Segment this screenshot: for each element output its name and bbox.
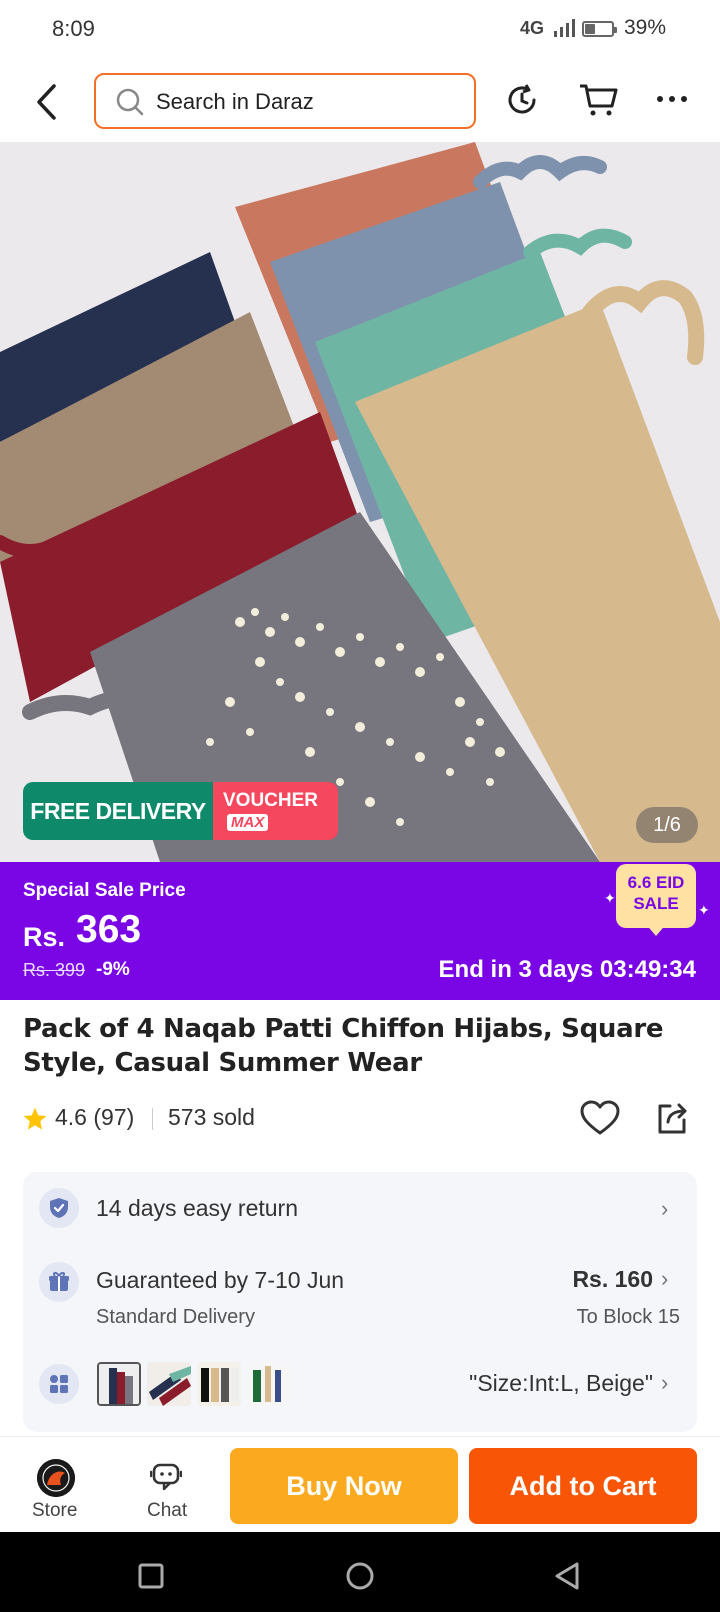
voucher-max-badge: VOUCHER MAX [213, 782, 338, 840]
home-icon[interactable] [344, 1560, 376, 1592]
chevron-right-icon: › [661, 1196, 669, 1221]
recent-apps-icon[interactable] [137, 1562, 165, 1590]
image-counter: 1/6 [636, 807, 698, 843]
review-count: (97) [93, 1104, 135, 1130]
sale-banner: Special Sale Price Rs. 363 Rs. 399 -9% E… [0, 862, 720, 1000]
status-time: 8:09 [52, 16, 95, 41]
variant-thumbnail[interactable] [147, 1362, 191, 1406]
rating-score: 4.6 [55, 1104, 87, 1130]
back-nav-icon[interactable] [552, 1560, 582, 1592]
eid-badge-line2: SALE [633, 894, 679, 913]
signal-icon [554, 19, 575, 37]
network-type: 4G [520, 18, 545, 38]
original-price: Rs. 399 [23, 960, 86, 980]
product-title: Pack of 4 Naqab Patti Chiffon Hijabs, Sq… [23, 1014, 664, 1078]
more-icon[interactable] [655, 84, 689, 114]
cart-icon[interactable] [578, 82, 620, 118]
chevron-right-icon: › [661, 1370, 669, 1395]
gift-icon [39, 1262, 79, 1302]
search-icon [116, 88, 144, 116]
sparkle-icon: ✦ [698, 902, 710, 918]
eid-sale-badge: 6.6 EID SALE ✦ ✦ [604, 862, 710, 942]
service-info-card: 14 days easy return › Guaranteed by 7-10… [23, 1172, 697, 1432]
variant-thumbnail[interactable] [97, 1362, 141, 1406]
returns-text: 14 days easy return [96, 1195, 299, 1221]
history-icon[interactable] [504, 82, 540, 118]
search-input[interactable]: Search in Daraz [94, 73, 476, 129]
back-arrow-icon[interactable] [30, 80, 64, 124]
battery-icon [582, 21, 617, 37]
chat-icon[interactable] [150, 1460, 182, 1492]
voucher-max-label: MAX [227, 814, 269, 831]
eid-badge-line1: 6.6 EID [627, 873, 685, 892]
heart-icon[interactable] [580, 1100, 620, 1136]
system-nav-bar [0, 1532, 720, 1612]
sale-price: 363 [76, 908, 142, 951]
discount-percent: -9% [96, 959, 130, 980]
sale-countdown: End in 3 days 03:49:34 [438, 956, 696, 983]
battery-percent: 39% [624, 16, 667, 39]
price-currency: Rs. [23, 922, 66, 952]
delivery-row[interactable]: Guaranteed by 7-10 Jun Standard Delivery… [23, 1240, 697, 1330]
variant-thumbnail[interactable] [197, 1362, 241, 1406]
star-icon [23, 1107, 47, 1130]
product-photo [0, 142, 720, 862]
rating-value[interactable]: 4.6 (97) [55, 1104, 134, 1131]
returns-row[interactable]: 14 days easy return › [23, 1172, 697, 1240]
search-placeholder: Search in Daraz [156, 89, 314, 114]
variant-thumbnail[interactable] [247, 1362, 291, 1406]
delivery-guarantee-text: Guaranteed by 7-10 Jun [96, 1267, 345, 1293]
buy-now-button[interactable]: Buy Now [230, 1448, 458, 1524]
free-delivery-badge: FREE DELIVERY [23, 782, 213, 840]
delivery-fee: Rs. 160 [572, 1266, 653, 1292]
divider [152, 1108, 153, 1130]
grid-icon [39, 1364, 79, 1404]
shield-icon [39, 1188, 79, 1228]
share-icon[interactable] [654, 1100, 690, 1136]
delivery-location: To Block 15 [576, 1306, 680, 1328]
add-to-cart-button[interactable]: Add to Cart [469, 1448, 697, 1524]
voucher-label: VOUCHER [223, 790, 319, 811]
chevron-right-icon: › [661, 1266, 669, 1291]
selected-variant: "Size:Int:L, Beige" [469, 1370, 653, 1396]
sold-count: 573 sold [168, 1104, 255, 1130]
store-icon[interactable] [37, 1459, 75, 1497]
status-bar: 8:09 4G 39% [0, 0, 720, 60]
sale-label: Special Sale Price [23, 880, 186, 901]
delivery-type-text: Standard Delivery [96, 1306, 255, 1328]
product-image[interactable] [0, 142, 720, 862]
chat-label[interactable]: Chat [147, 1500, 187, 1522]
variant-row[interactable]: "Size:Int:L, Beige" › [23, 1360, 697, 1432]
sparkle-icon: ✦ [604, 890, 616, 906]
store-label[interactable]: Store [32, 1500, 77, 1522]
